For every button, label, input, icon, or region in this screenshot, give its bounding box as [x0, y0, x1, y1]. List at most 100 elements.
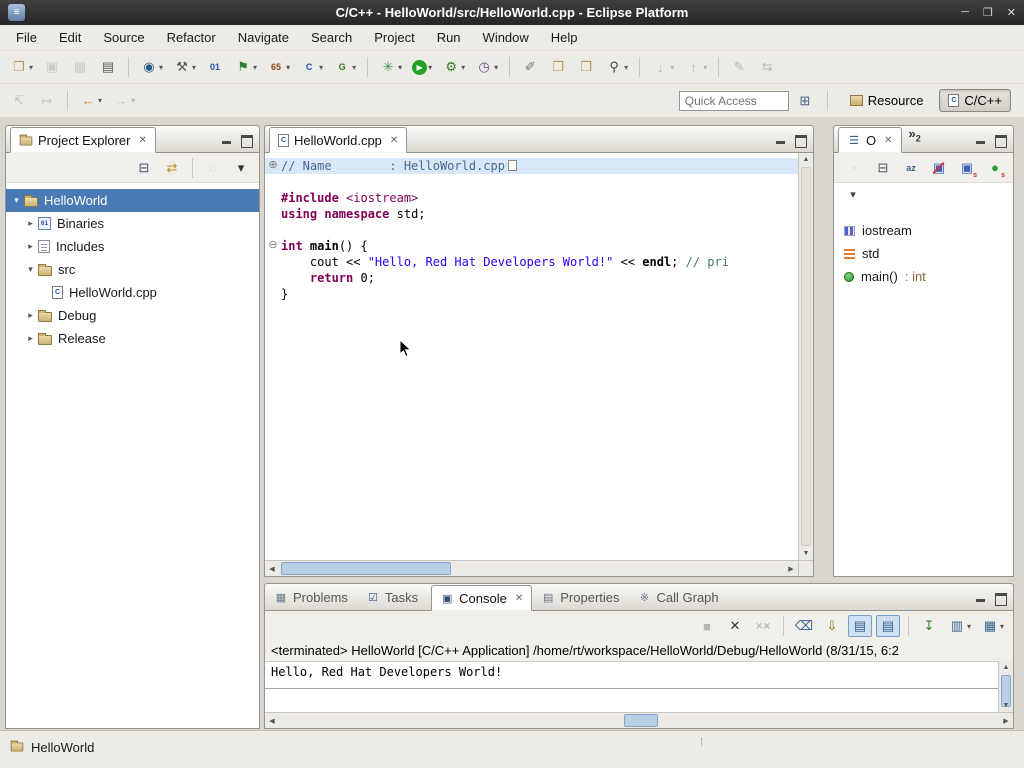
outline-item-iostream[interactable]: iostream: [834, 219, 1013, 242]
perspective-cpp-button[interactable]: C C/C++: [939, 89, 1011, 112]
prev-annotation-dropdown[interactable]: ▾: [703, 63, 707, 72]
expand-arrow-icon[interactable]: ▸: [24, 333, 37, 344]
tab-project-explorer[interactable]: Project Explorer ✕: [10, 127, 156, 153]
menu-navigate[interactable]: Navigate: [227, 26, 300, 49]
fold-minus-icon[interactable]: ⊖: [265, 238, 281, 254]
console-vertical-scrollbar[interactable]: ▲ ▼: [998, 661, 1013, 712]
tree-item-debug[interactable]: ▸Debug: [6, 304, 259, 327]
fold-plus-icon[interactable]: ⊕: [265, 158, 281, 174]
code-line[interactable]: cout << "Hello, Red Hat Developers World…: [265, 254, 798, 270]
sort-button[interactable]: az: [899, 157, 923, 179]
console-horizontal-scrollbar[interactable]: ◀ ▶: [265, 712, 1013, 728]
code-line[interactable]: #include <iostream>: [265, 190, 798, 206]
new-cpp-project-dropdown[interactable]: ▾: [159, 63, 163, 72]
new-wizard-button[interactable]: ❐▾: [7, 56, 36, 78]
scroll-left-icon[interactable]: ◀: [265, 713, 279, 728]
clear-console-button[interactable]: ⌫: [792, 615, 816, 637]
minimize-view-button[interactable]: [773, 133, 789, 147]
back-button[interactable]: ←▾: [76, 90, 105, 112]
collapse-all-button[interactable]: ⊟: [132, 157, 156, 179]
menu-window[interactable]: Window: [472, 26, 540, 49]
close-window-button[interactable]: ✕: [1007, 6, 1016, 19]
remove-launch-button[interactable]: ✕: [723, 615, 747, 637]
menu-project[interactable]: Project: [363, 26, 425, 49]
scroll-up-icon[interactable]: ▲: [799, 153, 813, 166]
link-with-editor-button[interactable]: ⇄: [160, 157, 184, 179]
search-dropdown[interactable]: ▾: [624, 63, 628, 72]
build-dropdown[interactable]: ▾: [192, 63, 196, 72]
code-line[interactable]: using namespace std;: [265, 206, 798, 222]
tab-problems[interactable]: ▦Problems: [265, 584, 357, 610]
collapse-arrow-icon[interactable]: ▾: [24, 264, 37, 275]
hex-editor-button[interactable]: 65▾: [264, 56, 293, 78]
next-annotation-dropdown[interactable]: ▾: [670, 63, 674, 72]
open-resource-button[interactable]: ❒: [546, 56, 570, 78]
new-class-button[interactable]: C▾: [297, 56, 326, 78]
tree-item-binaries[interactable]: ▸01Binaries: [6, 212, 259, 235]
show-on-stdout-button[interactable]: ▤: [848, 615, 872, 637]
tree-item-src[interactable]: ▾src: [6, 258, 259, 281]
perspective-resource-button[interactable]: Resource: [841, 89, 933, 112]
close-tab-icon[interactable]: ✕: [515, 593, 523, 604]
tab-properties[interactable]: ▤Properties: [532, 584, 628, 610]
display-selected-console-button[interactable]: ▥▾: [945, 615, 974, 637]
tab-call-graph[interactable]: ※Call Graph: [629, 584, 728, 610]
search-button[interactable]: ⚲▾: [602, 56, 631, 78]
tree-item-includes[interactable]: ▸Includes: [6, 235, 259, 258]
menu-source[interactable]: Source: [92, 26, 155, 49]
outline-item-std[interactable]: std: [834, 242, 1013, 265]
new-source-dropdown[interactable]: ▾: [253, 63, 257, 72]
code-line[interactable]: [265, 174, 798, 190]
editor-horizontal-scrollbar[interactable]: ◀ ▶: [265, 560, 798, 576]
tab-helloworld-cpp[interactable]: C HelloWorld.cpp ✕: [269, 127, 407, 153]
outline-item-main[interactable]: main() : int: [834, 265, 1013, 288]
hide-static-button[interactable]: ▣s: [955, 157, 979, 179]
scrollbar-thumb[interactable]: [624, 714, 658, 727]
pin-console-button[interactable]: ↧: [917, 615, 941, 637]
close-tab-icon[interactable]: ✕: [884, 135, 892, 146]
binary-browser-button[interactable]: 01: [203, 56, 227, 78]
scrollbar-thumb[interactable]: [281, 562, 451, 575]
close-tab-icon[interactable]: ✕: [138, 135, 146, 146]
tab-outline[interactable]: ☰ O ✕: [838, 127, 902, 153]
profile-button[interactable]: ◷▾: [472, 56, 501, 78]
new-cpp-project-button[interactable]: ◉▾: [137, 56, 166, 78]
code-analysis-dropdown[interactable]: ▾: [352, 63, 356, 72]
collapse-arrow-icon[interactable]: ▾: [10, 195, 23, 206]
open-perspective-icon[interactable]: ⊞: [796, 92, 814, 110]
run-external-tools-button[interactable]: ⚙▾: [439, 56, 468, 78]
quick-access-input[interactable]: [679, 91, 789, 111]
debug-dropdown[interactable]: ▾: [398, 63, 402, 72]
back-dropdown[interactable]: ▾: [98, 96, 102, 105]
code-line[interactable]: }: [265, 286, 798, 302]
maximize-view-button[interactable]: [992, 133, 1008, 147]
titlebar[interactable]: ≡ C/C++ - HelloWorld/src/HelloWorld.cpp …: [0, 0, 1024, 25]
minimize-window-button[interactable]: ─: [961, 6, 969, 19]
view-menu-button[interactable]: ▾: [229, 157, 253, 179]
run-external-tools-dropdown[interactable]: ▾: [461, 63, 465, 72]
hex-editor-dropdown[interactable]: ▾: [286, 63, 290, 72]
code-analysis-button[interactable]: G▾: [330, 56, 359, 78]
run-dropdown[interactable]: ▾: [428, 63, 432, 72]
view-stack-chevron[interactable]: »2: [909, 126, 921, 144]
window-menu-icon[interactable]: ≡: [8, 4, 25, 21]
maximize-view-button[interactable]: [992, 591, 1008, 605]
forward-dropdown[interactable]: ▾: [131, 96, 135, 105]
scroll-lock-button[interactable]: ⇩: [820, 615, 844, 637]
hide-fields-button[interactable]: ▣: [927, 157, 951, 179]
editor-vertical-scrollbar[interactable]: ▲ ▼: [798, 153, 813, 560]
print-button[interactable]: ▤: [96, 56, 120, 78]
show-on-stderr-button[interactable]: ▤: [876, 615, 900, 637]
folded-region-box[interactable]: [508, 160, 517, 171]
scroll-left-icon[interactable]: ◀: [265, 561, 279, 576]
open-project-button[interactable]: ❐: [574, 56, 598, 78]
new-source-button[interactable]: ⚑▾: [231, 56, 260, 78]
tab-tasks[interactable]: ☑Tasks: [357, 584, 427, 610]
tab-console[interactable]: ▣Console✕: [431, 585, 532, 611]
open-console-button[interactable]: ▦▾: [978, 615, 1007, 637]
code-line[interactable]: ⊖int main() {: [265, 238, 798, 254]
tree-item-helloworld[interactable]: ▾HelloWorld: [6, 189, 259, 212]
menu-run[interactable]: Run: [426, 26, 472, 49]
scroll-right-icon[interactable]: ▶: [784, 561, 798, 576]
minimize-view-button[interactable]: [973, 133, 989, 147]
